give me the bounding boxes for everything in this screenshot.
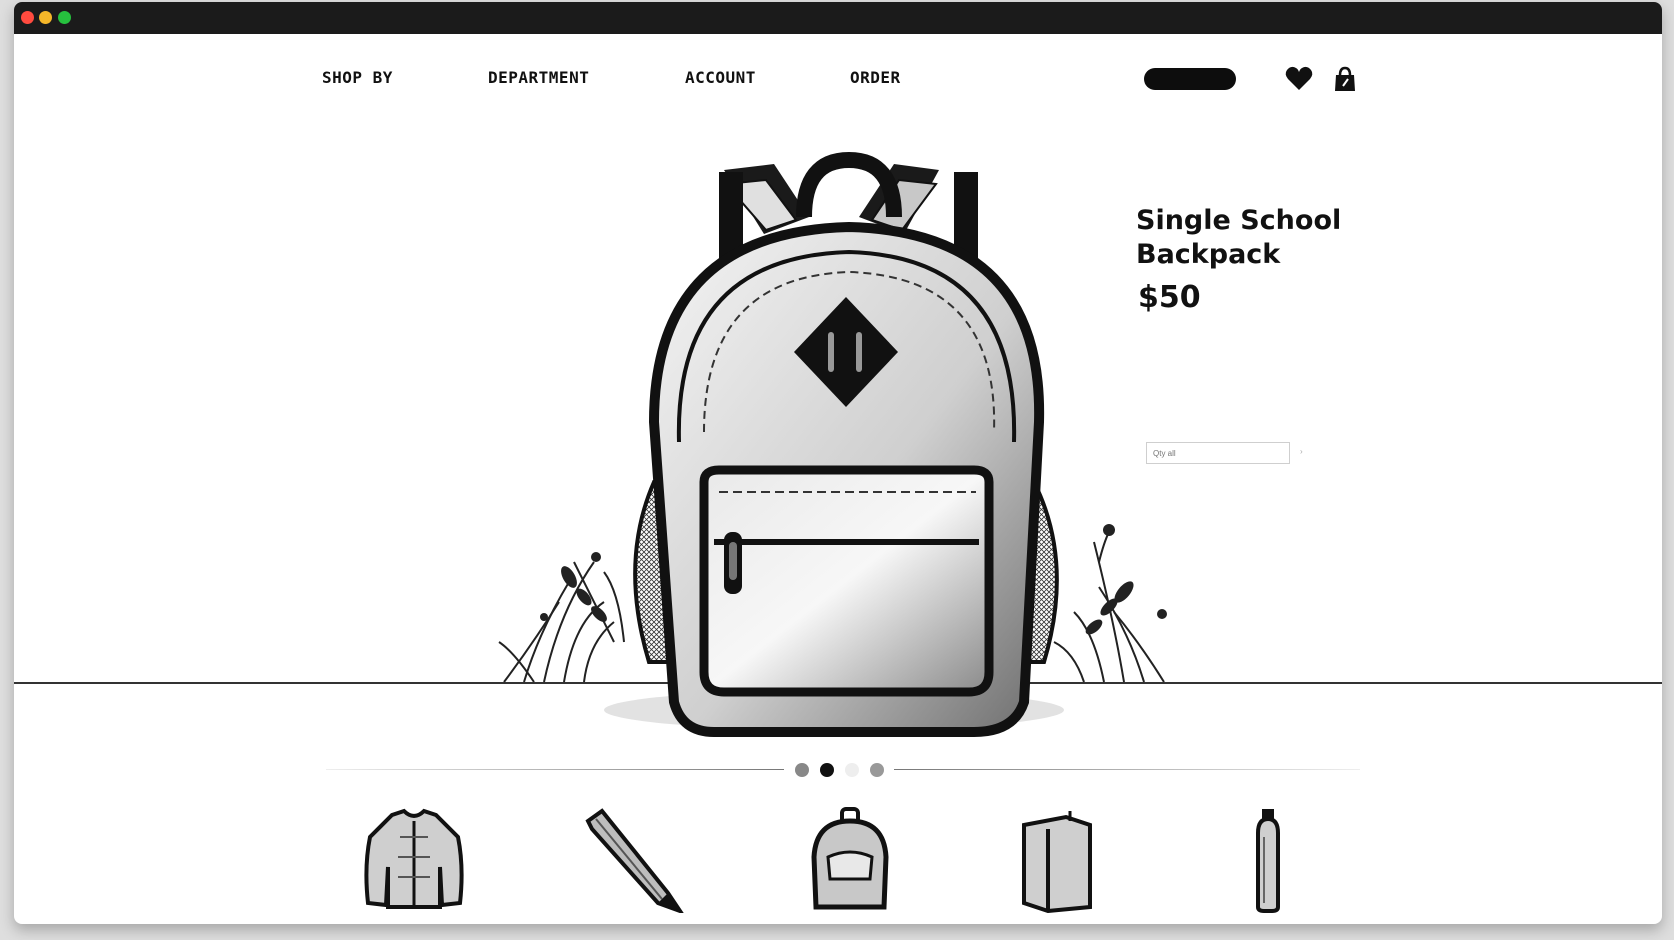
thumbnail-small-backpack[interactable]: [808, 807, 892, 913]
nav-order[interactable]: ORDER: [850, 68, 901, 87]
carousel-line-left: [326, 769, 784, 770]
carousel-line-right: [894, 769, 1360, 770]
carousel-dot-3[interactable]: [845, 763, 859, 777]
minimize-window-button[interactable]: [39, 11, 52, 24]
quantity-caret-icon: ›: [1300, 447, 1303, 456]
product-price: $50: [1138, 280, 1201, 315]
search-pill-button[interactable]: [1144, 68, 1236, 90]
nav-account[interactable]: ACCOUNT: [685, 68, 756, 87]
carousel-dot-1[interactable]: [795, 763, 809, 777]
maximize-window-button[interactable]: [58, 11, 71, 24]
carousel-dot-4[interactable]: [870, 763, 884, 777]
browser-window: SHOP BY DEPARTMENT ACCOUNT ORDER Single …: [14, 2, 1662, 924]
carousel-dot-2-active[interactable]: [820, 763, 834, 777]
thumbnail-notebook[interactable]: [1018, 807, 1094, 914]
backpack-hero-image: [14, 151, 1662, 737]
quantity-input[interactable]: [1146, 442, 1290, 464]
close-window-button[interactable]: [21, 11, 34, 24]
shopping-bag-icon[interactable]: [1330, 64, 1360, 94]
window-titlebar: [14, 2, 1662, 34]
nav-department[interactable]: DEPARTMENT: [488, 68, 589, 87]
thumbnail-jacket[interactable]: [362, 807, 466, 913]
thumbnail-pencil[interactable]: [580, 807, 686, 915]
nav-shop-by[interactable]: SHOP BY: [322, 68, 393, 87]
product-title: Single School Backpack: [1136, 205, 1342, 270]
thumbnail-water-bottle[interactable]: [1252, 807, 1284, 913]
heart-icon[interactable]: [1284, 64, 1314, 94]
page: SHOP BY DEPARTMENT ACCOUNT ORDER Single …: [0, 0, 1674, 940]
